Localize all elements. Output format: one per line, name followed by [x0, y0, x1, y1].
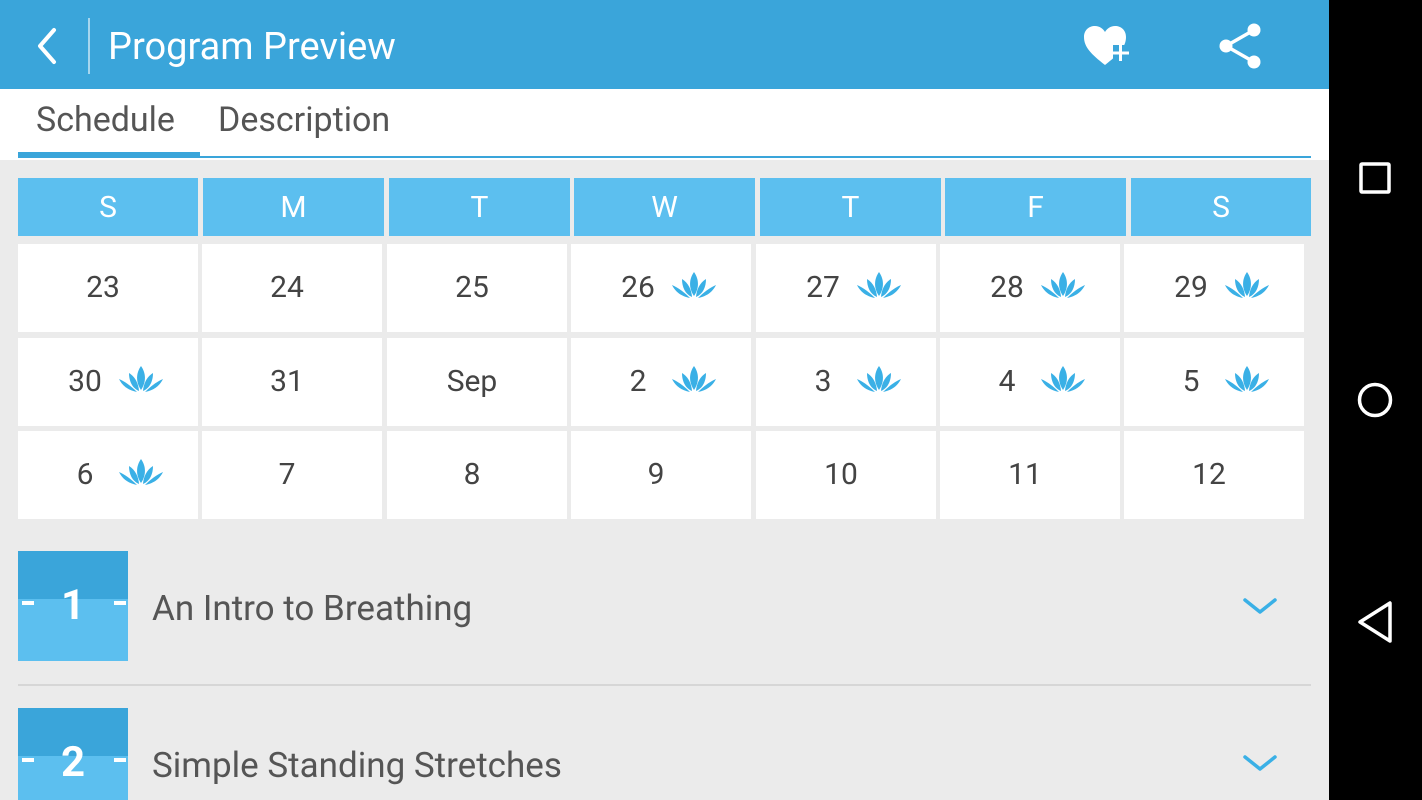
share-button[interactable]: [1212, 18, 1268, 74]
calendar-day-cell[interactable]: Sep: [387, 338, 567, 426]
chevron-down-icon: [1243, 598, 1277, 614]
calendar-day-cell[interactable]: 23: [18, 244, 198, 332]
lotus-icon: [1040, 270, 1086, 304]
calendar-day-cell[interactable]: 25: [387, 244, 567, 332]
calendar-day-cell[interactable]: 2: [571, 338, 751, 426]
calendar-day-label: 23: [86, 270, 120, 305]
lotus-icon: [1224, 270, 1270, 304]
lotus-icon: [1224, 364, 1270, 398]
calendar-day-cell[interactable]: 4: [940, 338, 1120, 426]
calendar-day-cell[interactable]: 11: [940, 431, 1120, 519]
calendar-day-cell[interactable]: 7: [202, 431, 382, 519]
app-bar: Program Preview: [0, 0, 1329, 89]
favorite-button[interactable]: [1078, 18, 1134, 74]
app-screen: Program Preview Schedule Description S M…: [0, 0, 1329, 800]
heart-plus-icon: [1084, 26, 1129, 65]
list-divider: [18, 684, 1311, 686]
calendar-day-label: 8: [463, 457, 481, 492]
lotus-icon: [1040, 364, 1086, 398]
triangle-back-icon: [1358, 601, 1392, 643]
calendar-day-cell[interactable]: 29: [1124, 244, 1304, 332]
tab-schedule[interactable]: Schedule: [36, 97, 175, 143]
calendar-day-label: 2: [629, 364, 647, 399]
session-item[interactable]: 1 An Intro to Breathing: [18, 551, 1311, 663]
session-number: 1: [60, 581, 86, 630]
calendar-day-label: 7: [278, 457, 296, 492]
lotus-icon: [118, 457, 164, 491]
chevron-down-icon: [1243, 755, 1277, 771]
calendar-day-label: 31: [270, 364, 304, 399]
lotus-icon: [856, 364, 902, 398]
calendar-day-cell[interactable]: 26: [571, 244, 751, 332]
calendar-day-cell[interactable]: 10: [756, 431, 936, 519]
calendar-day-label: 10: [824, 457, 858, 492]
session-title: An Intro to Breathing: [152, 588, 473, 629]
calendar-day-label: Sep: [446, 364, 498, 399]
weekday-header-sat: S: [1131, 178, 1311, 236]
system-back-button[interactable]: [1349, 596, 1401, 648]
calendar-day-label: 3: [814, 364, 832, 399]
page-title: Program Preview: [108, 25, 396, 69]
share-icon: [1219, 23, 1261, 69]
tab-bar: Schedule Description: [0, 89, 1329, 160]
calendar-day-label: 25: [455, 270, 489, 305]
weekday-header-wed: W: [574, 178, 755, 236]
calendar-day-label: 29: [1174, 270, 1208, 305]
back-button[interactable]: [22, 20, 70, 72]
weekday-header-sun: S: [18, 178, 198, 236]
lotus-icon: [856, 270, 902, 304]
calendar-day-cell[interactable]: 28: [940, 244, 1120, 332]
calendar-day-cell[interactable]: 12: [1124, 431, 1304, 519]
calendar-day-cell[interactable]: 24: [202, 244, 382, 332]
calendar-day-cell[interactable]: 9: [571, 431, 751, 519]
calendar-day-cell[interactable]: 8: [387, 431, 567, 519]
session-item[interactable]: 2 Simple Standing Stretches: [18, 708, 1311, 800]
weekday-header-tue: T: [389, 178, 570, 236]
calendar-day-label: 30: [68, 364, 102, 399]
expand-button[interactable]: [1236, 748, 1284, 778]
calendar-day-label: 9: [647, 457, 665, 492]
calendar-day-label: 6: [76, 457, 94, 492]
weekday-header-mon: M: [203, 178, 384, 236]
square-icon: [1359, 162, 1391, 194]
expand-button[interactable]: [1236, 591, 1284, 621]
session-number-badge: 1: [18, 551, 128, 661]
calendar-day-label: 5: [1182, 364, 1200, 399]
calendar-day-label: 27: [806, 270, 840, 305]
session-number-badge: 2: [18, 708, 128, 800]
recents-button[interactable]: [1349, 152, 1401, 204]
calendar-day-cell[interactable]: 3: [756, 338, 936, 426]
session-number: 2: [60, 738, 86, 787]
system-nav-bar: [1329, 0, 1422, 800]
calendar-day-cell[interactable]: 6: [18, 431, 198, 519]
calendar-day-cell[interactable]: 27: [756, 244, 936, 332]
tab-active-indicator: [18, 152, 200, 157]
session-title: Simple Standing Stretches: [152, 745, 562, 786]
calendar-day-label: 4: [998, 364, 1016, 399]
calendar-day-label: 24: [270, 270, 304, 305]
lotus-icon: [671, 270, 717, 304]
chevron-left-icon: [38, 28, 56, 64]
tab-underline: [18, 156, 1311, 158]
calendar-day-label: 11: [1008, 457, 1042, 492]
calendar-day-label: 26: [621, 270, 655, 305]
tab-description[interactable]: Description: [218, 97, 390, 143]
circle-icon: [1357, 382, 1393, 418]
lotus-icon: [671, 364, 717, 398]
app-bar-divider: [88, 18, 90, 74]
home-button[interactable]: [1349, 374, 1401, 426]
calendar-day-cell[interactable]: 30: [18, 338, 198, 426]
lotus-icon: [118, 364, 164, 398]
weekday-header-thu: T: [760, 178, 941, 236]
calendar-day-label: 12: [1192, 457, 1226, 492]
weekday-header-fri: F: [945, 178, 1126, 236]
calendar-day-cell[interactable]: 5: [1124, 338, 1304, 426]
calendar-day-label: 28: [990, 270, 1024, 305]
calendar-day-cell[interactable]: 31: [202, 338, 382, 426]
